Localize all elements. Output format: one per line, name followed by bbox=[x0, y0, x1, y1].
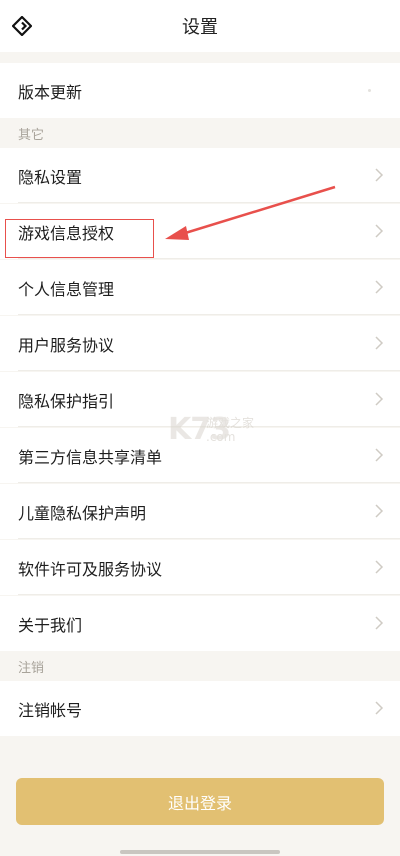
watermark-subtext: 游戏之家 bbox=[206, 416, 255, 430]
watermark-domain: .com bbox=[206, 430, 236, 444]
logout-button[interactable]: 退出登录 bbox=[16, 778, 384, 825]
home-indicator bbox=[120, 850, 280, 854]
watermark-logo: K73 游戏之家 .com bbox=[168, 410, 278, 450]
